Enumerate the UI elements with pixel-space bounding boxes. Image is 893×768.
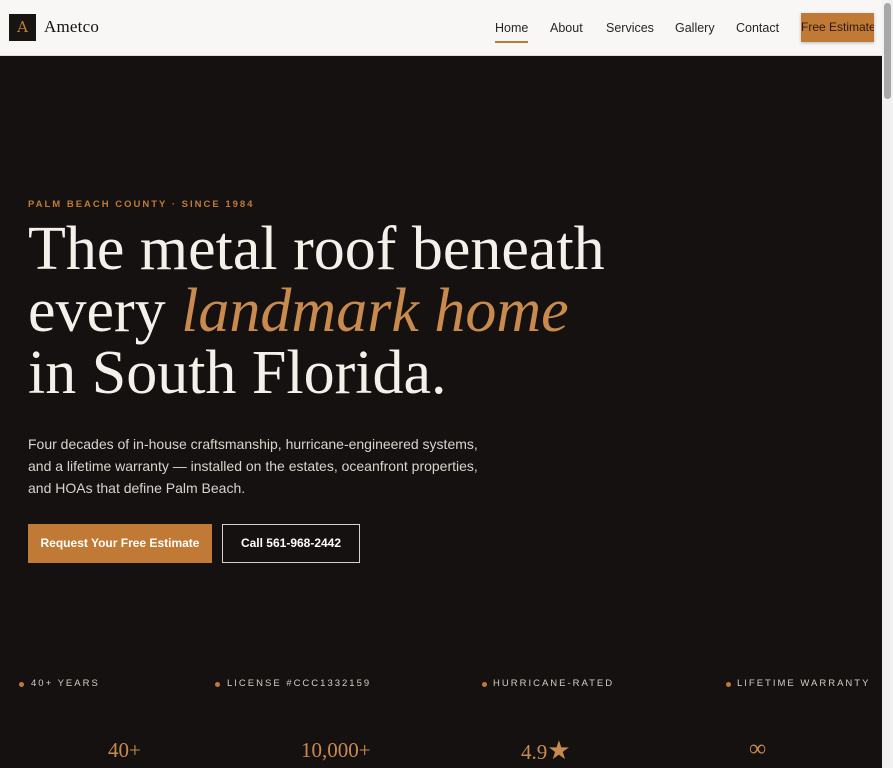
nav-services[interactable]: Services bbox=[606, 21, 654, 35]
site-header: A Ametco Home About Services Gallery Con… bbox=[0, 0, 882, 56]
rating-number: 4.9 bbox=[521, 740, 548, 764]
stat-value-rating: 4.9★ bbox=[521, 736, 571, 766]
nav-contact[interactable]: Contact bbox=[736, 21, 779, 35]
stat-label-hurricane: HURRICANE-RATED bbox=[493, 678, 615, 689]
stat-dot bbox=[482, 682, 487, 687]
stat-dot bbox=[726, 682, 731, 687]
stat-label-license: LICENSE #CCC1332159 bbox=[227, 678, 372, 689]
scrollbar-thumb[interactable] bbox=[884, 3, 891, 99]
hero-lede: Four decades of in-house craftsmanship, … bbox=[28, 436, 478, 496]
brand-name[interactable]: Ametco bbox=[44, 17, 99, 37]
call-button[interactable]: Call 561-968-2442 bbox=[222, 524, 360, 563]
hero-headline: The metal roof beneath every landmark ho… bbox=[28, 218, 628, 404]
request-estimate-button[interactable]: Request Your Free Estimate bbox=[28, 524, 212, 563]
nav-about[interactable]: About bbox=[550, 21, 583, 35]
nav-home[interactable]: Home bbox=[495, 21, 529, 43]
hero-eyebrow: PALM BEACH COUNTY · SINCE 1984 bbox=[28, 199, 255, 210]
headline-accent: landmark home bbox=[181, 277, 569, 345]
star-icon: ★ bbox=[547, 736, 571, 765]
logo-mark[interactable]: A bbox=[9, 14, 36, 41]
stat-label-warranty: LIFETIME WARRANTY bbox=[737, 678, 871, 689]
stat-dot bbox=[19, 682, 24, 687]
stat-value-warranty: ∞ bbox=[749, 736, 767, 762]
nav-gallery[interactable]: Gallery bbox=[675, 21, 715, 35]
stat-label-years: 40+ YEARS bbox=[31, 678, 100, 689]
page-scrollbar[interactable] bbox=[882, 0, 893, 768]
free-estimate-button[interactable]: Free Estimate bbox=[801, 13, 874, 42]
stat-value-years: 40+ bbox=[108, 738, 141, 762]
headline-part-2: in South Florida. bbox=[28, 339, 447, 407]
stat-value-projects: 10,000+ bbox=[301, 738, 371, 762]
stat-dot bbox=[215, 682, 220, 687]
